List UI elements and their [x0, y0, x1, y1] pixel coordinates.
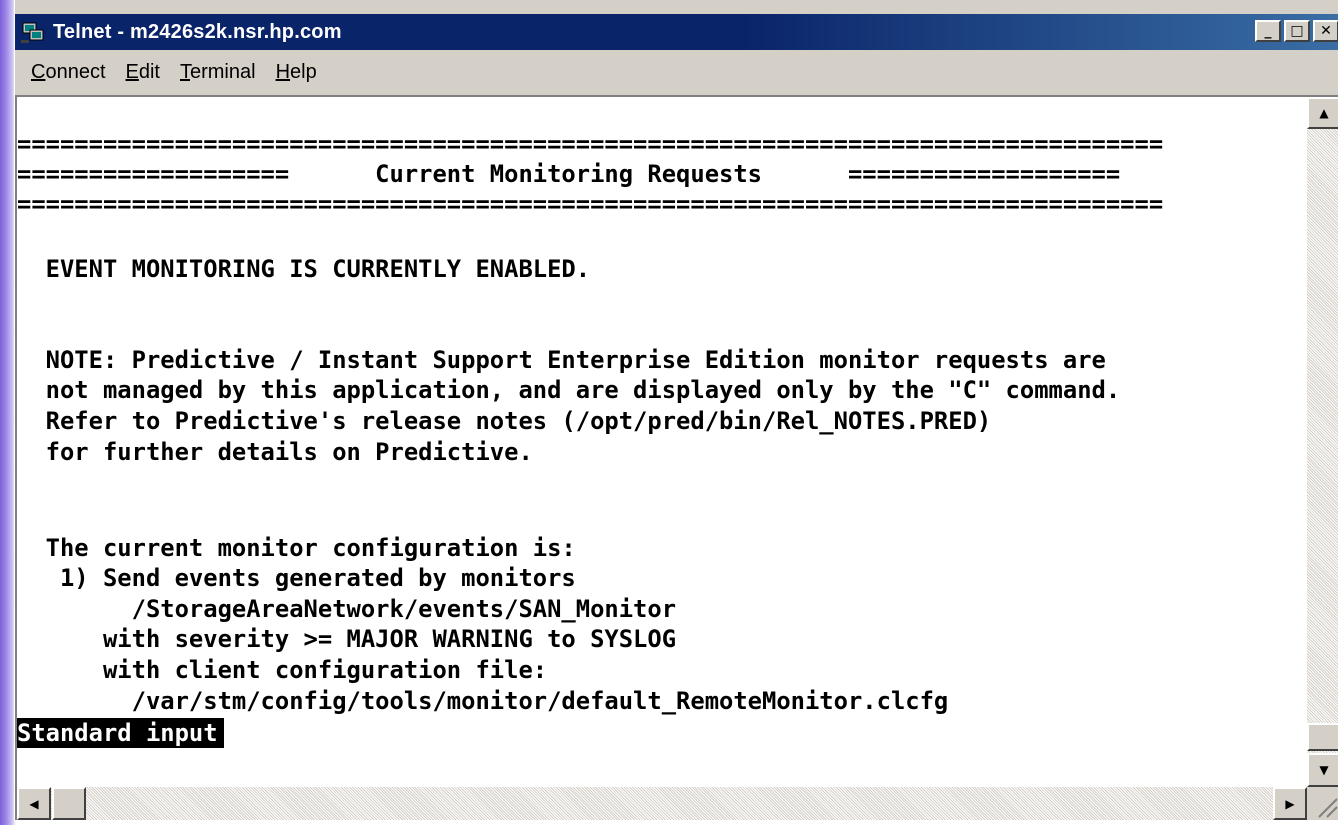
resize-grip-icon — [1318, 798, 1338, 818]
menu-edit-accel: E — [125, 60, 139, 83]
menu-edit[interactable]: Edit — [126, 61, 160, 84]
terminal-config-line: with severity >= MAJOR WARNING to SYSLOG — [17, 625, 677, 653]
menu-terminal-accel: T — [179, 60, 190, 83]
window-controls: _ □ ✕ — [1255, 20, 1338, 42]
terminal-config-line: The current monitor configuration is: — [17, 534, 576, 562]
terminal-status-line: Standard input — [17, 718, 224, 748]
size-grip[interactable] — [1307, 787, 1338, 820]
scroll-left-arrow-icon: ◀ — [29, 796, 39, 811]
terminal-note-line: Refer to Predictive's release notes (/op… — [17, 407, 992, 435]
menu-connect-label: onnect — [45, 60, 106, 83]
horizontal-scroll-thumb[interactable] — [52, 787, 86, 820]
scroll-up-arrow-icon: ▲ — [1319, 106, 1329, 120]
scroll-down-arrow-icon: ▼ — [1319, 763, 1329, 777]
terminal-line: ========================================… — [17, 190, 1164, 218]
terminal-note-line: not managed by this application, and are… — [17, 376, 1121, 404]
window-title: Telnet - m2426s2k.nsr.hp.com — [53, 20, 342, 43]
close-icon: ✕ — [1320, 23, 1332, 39]
menu-help[interactable]: Help — [276, 61, 317, 84]
menu-help-label: elp — [290, 60, 317, 83]
terminal-screen[interactable]: ========================================… — [17, 97, 1307, 787]
terminal-note-line: for further details on Predictive. — [17, 438, 533, 466]
scroll-right-button[interactable]: ▶ — [1273, 787, 1307, 820]
telnet-window: Telnet - m2426s2k.nsr.hp.com _ □ ✕ Conne… — [14, 0, 1338, 820]
telnet-app-icon[interactable] — [21, 20, 45, 44]
vertical-scrollbar[interactable]: ▲ ▼ — [1307, 97, 1338, 787]
menu-bar: Connect Edit Terminal Help — [15, 52, 321, 92]
terminal-config-line: 1) Send events generated by monitors — [17, 564, 576, 592]
terminal-config-line: /var/stm/config/tools/monitor/default_Re… — [17, 687, 949, 715]
maximize-button[interactable]: □ — [1284, 20, 1310, 42]
menu-connect[interactable]: Connect — [31, 61, 106, 84]
horizontal-scrollbar[interactable]: ◀ ▶ — [17, 787, 1307, 820]
scroll-down-button[interactable]: ▼ — [1307, 753, 1338, 787]
menu-connect-accel: C — [31, 60, 46, 83]
minimize-button[interactable]: _ — [1255, 20, 1281, 42]
terminal-config-line: with client configuration file: — [17, 656, 548, 684]
vertical-scroll-thumb[interactable] — [1307, 723, 1338, 751]
menu-help-accel: H — [275, 60, 291, 83]
menu-terminal-label: erminal — [189, 60, 256, 83]
client-area: ========================================… — [15, 95, 1338, 820]
scroll-right-arrow-icon: ▶ — [1285, 796, 1295, 811]
minimize-icon: _ — [1264, 23, 1272, 39]
scroll-left-button[interactable]: ◀ — [17, 787, 51, 820]
maximize-icon: □ — [1290, 23, 1304, 39]
close-button[interactable]: ✕ — [1313, 20, 1338, 42]
scroll-up-button[interactable]: ▲ — [1307, 97, 1338, 129]
terminal-config-line: /StorageAreaNetwork/events/SAN_Monitor — [17, 595, 677, 623]
menu-terminal[interactable]: Terminal — [180, 61, 256, 84]
terminal-note-line: NOTE: Predictive / Instant Support Enter… — [17, 346, 1106, 374]
terminal-line: ========================================… — [17, 130, 1164, 158]
terminal-heading: =================== Current Monitoring R… — [17, 160, 1121, 188]
menu-edit-label: dit — [138, 60, 160, 83]
title-bar[interactable]: Telnet - m2426s2k.nsr.hp.com _ □ ✕ — [15, 14, 1338, 50]
terminal-status-message: EVENT MONITORING IS CURRENTLY ENABLED. — [17, 255, 591, 283]
